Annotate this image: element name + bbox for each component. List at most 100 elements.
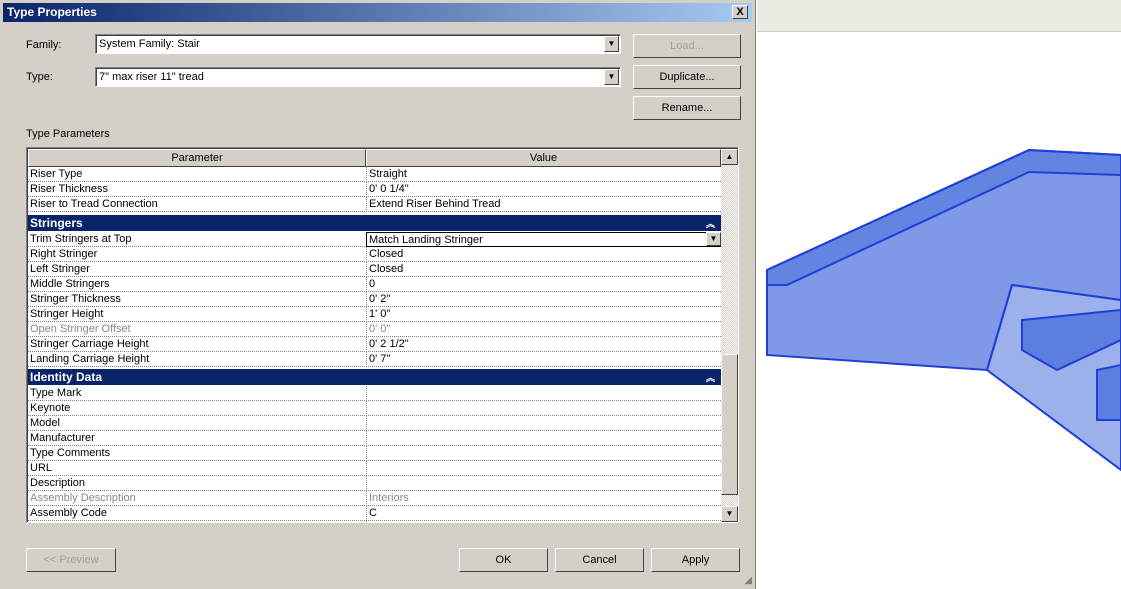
type-dropdown[interactable]: 7" max riser 11" tread ▼ — [95, 67, 621, 87]
parameter-value[interactable]: 0' 2 1/2" — [366, 337, 721, 352]
parameter-name: URL — [30, 462, 53, 474]
parameter-value[interactable] — [366, 446, 721, 461]
parameter-name: Stringer Height — [30, 308, 104, 320]
vertical-scrollbar[interactable]: ▲ ▼ — [721, 149, 738, 522]
parameter-value[interactable] — [366, 386, 721, 401]
parameter-row[interactable]: Stringer Thickness 0' 2" — [28, 292, 721, 307]
parameter-name: Manufacturer — [30, 432, 95, 444]
parameter-value[interactable]: Extend Riser Behind Tread — [366, 197, 721, 212]
parameter-value[interactable] — [366, 476, 721, 491]
parameter-value[interactable]: C — [366, 506, 721, 521]
parameter-name: Riser Thickness — [30, 183, 109, 195]
chevron-down-icon[interactable]: ▼ — [706, 232, 721, 246]
parameter-row[interactable]: Manufacturer — [28, 431, 721, 446]
parameters-grid: Parameter Value Riser Type Straight Riser … — [26, 147, 739, 523]
parameter-name: Riser Type — [30, 168, 83, 180]
parameter-value[interactable]: Interiors — [366, 491, 721, 506]
parameter-value[interactable]: 1' 0" — [366, 307, 721, 322]
3d-viewport[interactable] — [757, 0, 1121, 589]
chevron-down-icon[interactable]: ▼ — [604, 36, 619, 52]
parameter-row[interactable]: Landing Carriage Height 0' 7" — [28, 352, 721, 367]
parameter-row[interactable]: Type Comments — [28, 446, 721, 461]
parameter-name: Assembly Code — [30, 507, 108, 519]
family-value: System Family: Stair — [99, 38, 200, 50]
rename-button[interactable]: Rename... — [633, 96, 741, 120]
family-label: Family: — [26, 39, 62, 51]
parameter-name: Keynote — [30, 402, 71, 414]
column-header-value[interactable]: Value — [366, 149, 721, 167]
type-label: Type: — [26, 71, 53, 83]
parameter-row[interactable]: Riser to Tread Connection Extend Riser Be… — [28, 197, 721, 212]
parameter-value[interactable] — [366, 416, 721, 431]
parameter-name: Type Comments — [30, 447, 111, 459]
stair-step — [1096, 363, 1121, 421]
parameter-row[interactable]: Description — [28, 476, 721, 491]
parameter-row[interactable]: Riser Thickness 0' 0 1/4" — [28, 182, 721, 197]
parameter-value[interactable]: 0' 2" — [366, 292, 721, 307]
parameter-row[interactable]: Assembly Description Interiors — [28, 491, 721, 506]
load-button[interactable]: Load... — [633, 34, 741, 58]
stair-model — [766, 148, 1121, 472]
parameter-row[interactable]: URL — [28, 461, 721, 476]
parameter-row[interactable] — [28, 521, 721, 522]
parameter-value[interactable]: 0' 7" — [366, 352, 721, 367]
parameter-value[interactable]: Match Landing Stringer — [366, 232, 721, 247]
cancel-button[interactable]: Cancel — [555, 548, 644, 572]
parameter-value[interactable] — [366, 521, 721, 522]
parameter-value[interactable]: 0' 0" — [366, 322, 721, 337]
type-value: 7" max riser 11" tread — [99, 71, 204, 83]
parameter-name: Assembly Description — [30, 492, 136, 504]
collapse-icon[interactable]: ︽ — [706, 371, 715, 384]
dialog-title: Type Properties — [7, 5, 97, 19]
parameter-value[interactable]: Closed — [366, 262, 721, 277]
scroll-down-icon[interactable]: ▼ — [721, 506, 738, 522]
parameter-name: Open Stringer Offset — [30, 323, 131, 335]
parameter-row[interactable]: Right Stringer Closed — [28, 247, 721, 262]
parameter-row[interactable]: Stringer Height 1' 0" — [28, 307, 721, 322]
parameter-name: Landing Carriage Height — [30, 353, 150, 365]
close-button[interactable]: X — [732, 5, 748, 19]
parameter-name: Stringer Thickness — [30, 293, 121, 305]
parameter-value[interactable]: Straight — [366, 167, 721, 182]
parameter-row[interactable]: Stringer Carriage Height 0' 2 1/2" — [28, 337, 721, 352]
parameter-row[interactable]: Type Mark — [28, 386, 721, 401]
resize-grip-icon[interactable]: ◢ — [744, 575, 752, 586]
parameter-row[interactable]: Open Stringer Offset 0' 0" — [28, 322, 721, 337]
scrollbar-thumb[interactable] — [721, 354, 738, 495]
parameter-row[interactable]: Left Stringer Closed — [28, 262, 721, 277]
duplicate-button[interactable]: Duplicate... — [633, 65, 741, 89]
parameter-value[interactable] — [366, 431, 721, 446]
group-header[interactable]: Identity Data ︽ — [28, 369, 721, 385]
parameter-name: Riser to Tread Connection — [30, 198, 158, 210]
parameter-name: Type Mark — [30, 387, 82, 399]
preview-button[interactable]: << Preview — [26, 548, 116, 572]
parameter-row[interactable]: Model — [28, 416, 721, 431]
parameter-row[interactable]: Keynote — [28, 401, 721, 416]
type-parameters-label: Type Parameters — [26, 128, 110, 140]
parameter-row[interactable]: Middle Stringers 0 — [28, 277, 721, 292]
parameter-value[interactable] — [366, 461, 721, 476]
chevron-down-icon[interactable]: ▼ — [604, 69, 619, 85]
title-bar: Type Properties X — [3, 3, 752, 22]
parameter-value[interactable]: Closed — [366, 247, 721, 262]
parameter-value[interactable] — [366, 401, 721, 416]
parameter-row[interactable]: Trim Stringers at Top Match Landing Strin… — [28, 232, 721, 247]
column-header-parameter[interactable]: Parameter — [28, 149, 366, 167]
parameter-name: Middle Stringers — [30, 278, 110, 290]
parameter-value[interactable]: 0 — [366, 277, 721, 292]
parameter-row[interactable]: Assembly Code C — [28, 506, 721, 521]
parameter-name: Trim Stringers at Top — [30, 233, 132, 245]
parameter-name: Right Stringer — [30, 248, 98, 260]
apply-button[interactable]: Apply — [651, 548, 740, 572]
parameter-name: Stringer Carriage Height — [30, 338, 149, 350]
group-title: Stringers — [30, 216, 83, 230]
ok-button[interactable]: OK — [459, 548, 548, 572]
family-dropdown[interactable]: System Family: Stair ▼ — [95, 34, 621, 54]
parameter-name: Left Stringer — [30, 263, 90, 275]
parameter-row[interactable]: Riser Type Straight — [28, 167, 721, 182]
scroll-up-icon[interactable]: ▲ — [721, 149, 738, 165]
parameter-value[interactable]: 0' 0 1/4" — [366, 182, 721, 197]
group-header[interactable]: Stringers ︽ — [28, 215, 721, 231]
collapse-icon[interactable]: ︽ — [706, 217, 715, 230]
group-title: Identity Data — [30, 370, 103, 384]
